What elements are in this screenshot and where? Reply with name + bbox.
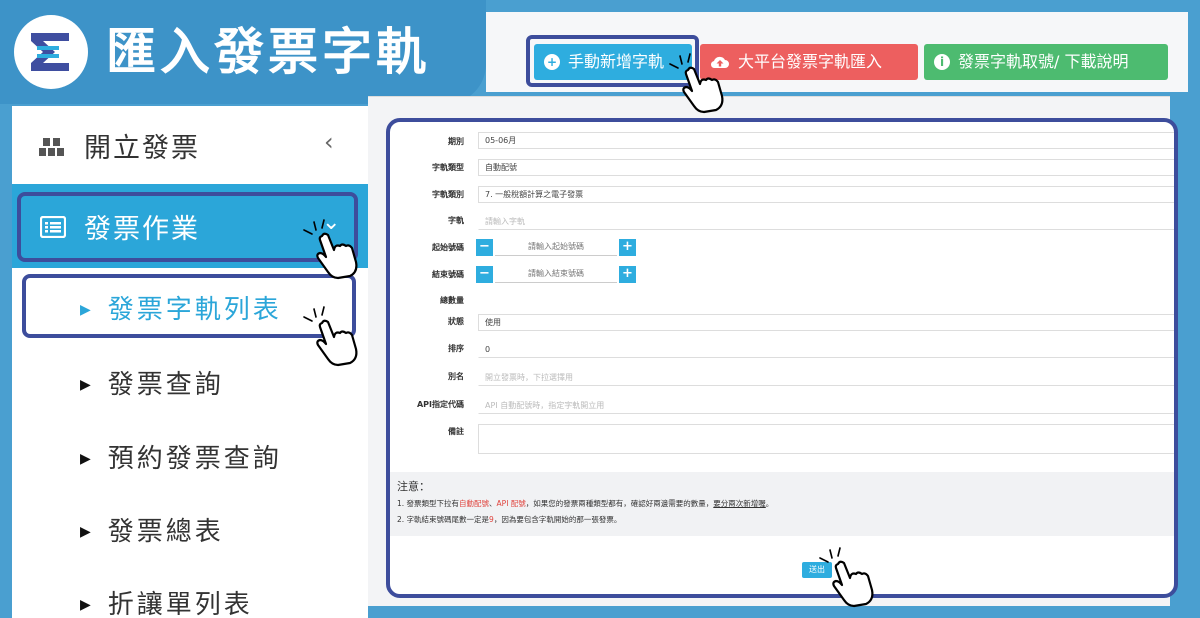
track-label: 字軌	[448, 216, 464, 225]
track-category-select[interactable]: 7. 一般稅額計算之電子發票	[478, 186, 1174, 203]
notice-box: 注意： 1. 發票類型下拉有自動配號、API 配號，如果您的發票兩種類型都有，確…	[390, 472, 1174, 536]
sidebar-item-allowance-list[interactable]: ▶ 折讓單列表	[80, 584, 253, 618]
alias-input[interactable]: 開立發票時，下拉選擇用	[478, 369, 1174, 386]
caret-right-icon: ▶	[80, 597, 94, 613]
platform-import-button[interactable]: 大平台發票字軌匯入	[700, 44, 918, 80]
track-category-label: 字軌類別	[432, 190, 464, 199]
title-banner: 匯入發票字軌	[0, 0, 486, 104]
remark-textarea[interactable]	[478, 424, 1174, 454]
sidebar-item-label: 折讓單列表	[107, 590, 253, 618]
pointer-hand-icon	[303, 219, 358, 280]
sidebar-item-scheduled-query[interactable]: ▶ 預約發票查詢	[80, 438, 282, 475]
remark-label: 備註	[448, 427, 464, 436]
track-type-label: 字軌類型	[432, 163, 464, 172]
increment-button[interactable]: +	[619, 239, 636, 256]
increment-button[interactable]: +	[619, 266, 636, 283]
add-track-form: 期別 05-06月 字軌類型 自動配號 字軌類別 7. 一般稅額計算之電子發票 …	[386, 118, 1178, 598]
api-code-input[interactable]: API 自動配號時，指定字軌開立用	[478, 397, 1174, 414]
pointer-hand-icon	[303, 306, 358, 367]
end-no-stepper: − 請輸入結束號碼 +	[476, 266, 636, 283]
order-label: 排序	[448, 344, 464, 353]
brand-logo	[14, 15, 88, 89]
sidebar-item-invoice-summary[interactable]: ▶ 發票總表	[80, 511, 224, 548]
platform-import-label: 大平台發票字軌匯入	[738, 52, 883, 71]
caret-right-icon: ▶	[80, 377, 94, 393]
total-label: 總數量	[440, 296, 464, 305]
caret-right-icon: ▶	[80, 451, 94, 467]
sidebar-item-invoice-query[interactable]: ▶ 發票查詢	[80, 364, 224, 401]
caret-right-icon: ▶	[80, 524, 94, 540]
track-type-select[interactable]: 自動配號	[478, 159, 1174, 176]
notice-line-1: 1. 發票類型下拉有自動配號、API 配號，如果您的發票兩種類型都有，確認好兩邊…	[397, 499, 774, 508]
period-label: 期別	[448, 137, 464, 146]
track-input[interactable]: 請輸入字軌	[478, 213, 1174, 230]
notice-line-2: 2. 字軌結束號碼尾數一定是9，因為要包含字軌開始的那一張發票。	[397, 515, 622, 524]
sidebar-item-label: 發票查詢	[107, 370, 224, 400]
period-select[interactable]: 05-06月	[478, 132, 1174, 149]
pointer-hand-icon	[669, 53, 724, 114]
order-input[interactable]: 0	[478, 341, 1174, 358]
api-code-label: API指定代碼	[416, 400, 464, 409]
download-info-label: 發票字軌取號/ 下載說明	[958, 52, 1129, 71]
status-label: 狀態	[448, 317, 464, 326]
logo-e-icon	[31, 33, 69, 71]
end-no-input[interactable]: 請輸入結束號碼	[495, 266, 617, 283]
sidebar-header-label: 開立發票	[84, 133, 200, 164]
decrement-button[interactable]: −	[476, 266, 493, 283]
page-title: 匯入發票字軌	[106, 23, 430, 81]
notice-title: 注意：	[397, 480, 430, 493]
sidebar-item-label: 預約發票查詢	[107, 444, 282, 474]
sidebar-item-label: 發票總表	[107, 517, 224, 547]
start-no-stepper: − 請輸入起始號碼 +	[476, 239, 636, 256]
status-select[interactable]: 使用	[478, 314, 1174, 331]
end-no-label: 結束號碼	[432, 270, 464, 279]
decrement-button[interactable]: −	[476, 239, 493, 256]
start-no-label: 起始號碼	[432, 243, 464, 252]
start-no-input[interactable]: 請輸入起始號碼	[495, 239, 617, 256]
download-info-button[interactable]: i 發票字軌取號/ 下載說明	[924, 44, 1168, 80]
alias-label: 別名	[448, 372, 464, 381]
boxes-icon	[39, 138, 64, 156]
sidebar-header[interactable]: 開立發票 ‹	[12, 106, 368, 184]
chevron-left-icon[interactable]: ‹	[324, 128, 334, 156]
pointer-hand-icon	[819, 547, 874, 608]
info-circle-icon: i	[934, 54, 950, 70]
